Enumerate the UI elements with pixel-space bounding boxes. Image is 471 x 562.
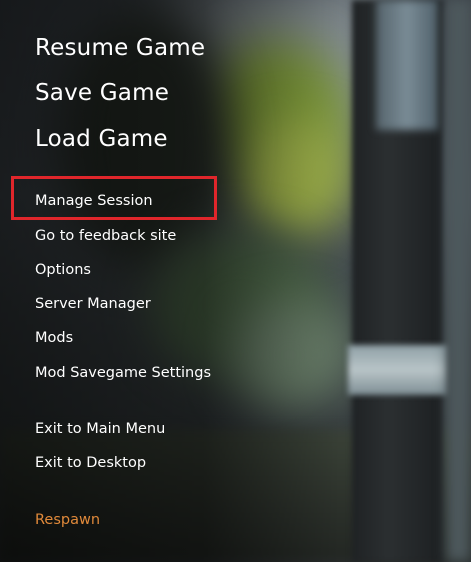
save-game-button[interactable]: Save Game: [35, 80, 169, 106]
manage-session-button[interactable]: Manage Session: [35, 193, 153, 209]
options-button[interactable]: Options: [35, 262, 91, 278]
respawn-button[interactable]: Respawn: [35, 512, 100, 528]
mods-button[interactable]: Mods: [35, 330, 73, 346]
mod-savegame-settings-button[interactable]: Mod Savegame Settings: [35, 365, 211, 381]
feedback-site-button[interactable]: Go to feedback site: [35, 228, 176, 244]
resume-game-button[interactable]: Resume Game: [35, 35, 205, 61]
exit-desktop-button[interactable]: Exit to Desktop: [35, 455, 146, 471]
server-manager-button[interactable]: Server Manager: [35, 296, 151, 312]
load-game-button[interactable]: Load Game: [35, 126, 168, 152]
exit-main-menu-button[interactable]: Exit to Main Menu: [35, 421, 165, 437]
pause-menu: Resume Game Save Game Load Game Manage S…: [0, 0, 471, 562]
